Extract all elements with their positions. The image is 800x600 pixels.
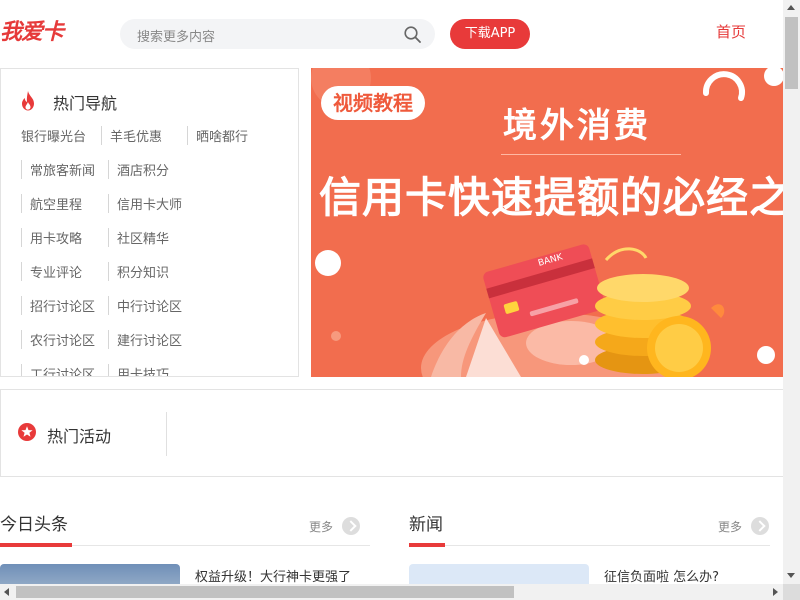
nav-link[interactable]: 用卡技巧	[108, 364, 169, 376]
horizontal-scroll-thumb[interactable]	[16, 586, 514, 598]
hot-nav-title: 热门导航	[53, 94, 118, 113]
nav-link[interactable]: 积分知识	[108, 262, 169, 281]
nav-link[interactable]: 信用卡大师	[108, 194, 182, 213]
search-bar[interactable]: 搜索更多内容	[120, 19, 435, 49]
nav-link[interactable]: 招行讨论区	[21, 296, 95, 315]
nav-link[interactable]: 用卡攻略	[21, 228, 82, 247]
section-underline	[0, 543, 72, 547]
chevron-right-icon[interactable]	[751, 517, 769, 535]
headline-thumbnail[interactable]	[0, 564, 180, 584]
star-badge-icon	[18, 423, 36, 441]
hot-activity-panel: 热门活动	[0, 389, 783, 477]
more-link[interactable]: 更多	[309, 518, 333, 535]
banner-subtitle: 信用卡快速提额的必经之	[319, 173, 783, 222]
nav-link[interactable]: 社区精华	[108, 228, 169, 247]
section-title: 新闻	[409, 515, 443, 535]
news-link[interactable]: 征信负面啦 怎么办?	[604, 566, 719, 584]
nav-home-link[interactable]: 首页	[716, 21, 746, 42]
chevron-right-icon[interactable]	[342, 517, 360, 535]
banner-title: 境外消费	[503, 106, 651, 146]
scroll-right-arrow-icon[interactable]	[773, 588, 778, 596]
section-underline	[409, 543, 445, 547]
section-news: 新闻 更多	[409, 505, 770, 547]
news-thumbnail[interactable]	[409, 564, 589, 584]
nav-link[interactable]: 专业评论	[21, 262, 82, 281]
nav-link[interactable]: 工行讨论区	[21, 364, 95, 376]
section-title: 今日头条	[0, 515, 68, 535]
nav-link[interactable]: 酒店积分	[108, 160, 169, 179]
hot-activity-title: 热门活动	[47, 427, 112, 446]
hot-nav-panel: 热门导航 银行曝光台 羊毛优惠 晒啥都行 常旅客新闻 酒店积分 航空里程 信用卡…	[0, 68, 299, 377]
promo-banner[interactable]: BANK 视频教程 境外消费 信用卡快速提额的必经之	[311, 68, 783, 377]
nav-link[interactable]: 中行讨论区	[108, 296, 182, 315]
banner-divider	[501, 154, 681, 155]
vertical-scroll-thumb[interactable]	[785, 17, 798, 89]
divider	[166, 412, 167, 456]
more-link[interactable]: 更多	[718, 518, 742, 535]
search-input[interactable]: 搜索更多内容	[137, 26, 215, 45]
nav-link[interactable]: 银行曝光台	[21, 126, 86, 145]
page: 我爱卡 搜索更多内容 下载APP 首页 热门导航 银行曝光台 羊毛优惠 晒啥都行…	[0, 0, 783, 584]
scroll-down-arrow-icon[interactable]	[787, 573, 795, 578]
horizontal-scrollbar[interactable]	[0, 584, 783, 600]
video-tutorial-tag: 视频教程	[321, 86, 425, 120]
section-headlines: 今日头条 更多	[0, 505, 370, 547]
nav-link[interactable]: 航空里程	[21, 194, 82, 213]
site-logo[interactable]: 我爱卡	[0, 14, 64, 46]
nav-link[interactable]: 常旅客新闻	[21, 160, 95, 179]
nav-link[interactable]: 建行讨论区	[108, 330, 182, 349]
search-icon[interactable]	[404, 26, 421, 43]
scroll-up-arrow-icon[interactable]	[787, 5, 795, 10]
fire-icon	[22, 91, 34, 111]
scroll-left-arrow-icon[interactable]	[4, 588, 9, 596]
download-app-button[interactable]: 下载APP	[450, 19, 530, 49]
scrollbar-corner	[783, 584, 800, 600]
headline-link[interactable]: 权益升级！大行神卡更强了	[195, 566, 351, 584]
nav-link[interactable]: 农行讨论区	[21, 330, 95, 349]
vertical-scrollbar[interactable]	[783, 0, 800, 584]
nav-link[interactable]: 晒啥都行	[187, 126, 248, 145]
nav-link[interactable]: 羊毛优惠	[101, 126, 162, 145]
